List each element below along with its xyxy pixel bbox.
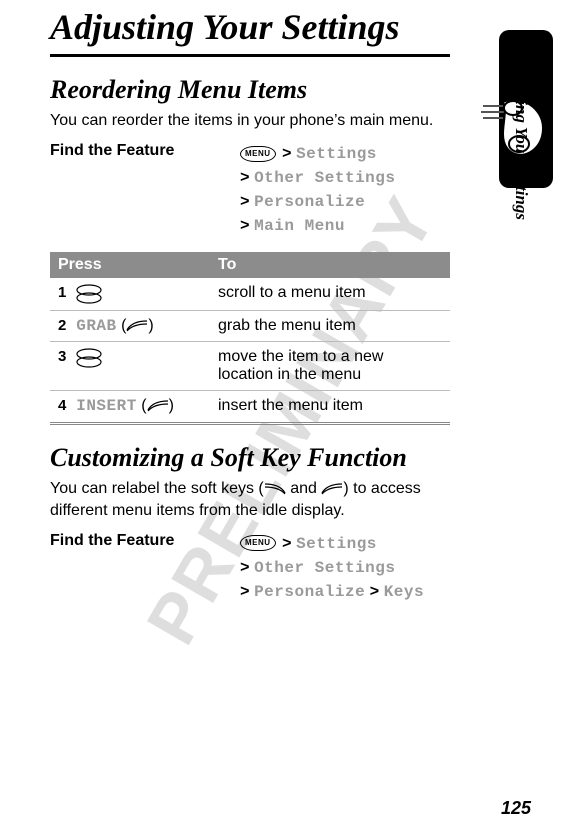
path-other-settings: Other Settings (254, 169, 395, 187)
scroll-icon (76, 284, 102, 304)
path-personalize: Personalize (254, 193, 365, 211)
section1-heading: Reordering Menu Items (50, 75, 531, 105)
menu-icon: MENU (240, 146, 276, 162)
softkey-right-icon (147, 397, 169, 415)
chapter-title: Adjusting Your Settings (50, 0, 531, 48)
grab-label: GRAB (76, 317, 116, 335)
gt: > (240, 559, 250, 577)
path-personalize: Personalize (254, 583, 365, 601)
body-pre: You can relabel the soft keys ( (50, 480, 264, 497)
softkey-right-icon (321, 478, 343, 500)
step-desc: grab the menu item (210, 311, 450, 342)
section2-heading: Customizing a Soft Key Function (50, 443, 531, 473)
rparen: ) (169, 398, 174, 415)
step-num: 4 (50, 391, 68, 423)
feature-label: Find the Feature (50, 532, 240, 604)
feature-label: Find the Feature (50, 142, 240, 238)
step-desc: insert the menu item (210, 391, 450, 423)
step-num: 3 (50, 342, 68, 391)
path-settings: Settings (296, 145, 377, 163)
feature-path: MENU > Settings > Other Settings > Perso… (240, 142, 395, 238)
path-main-menu: Main Menu (254, 217, 345, 235)
path-settings: Settings (296, 535, 377, 553)
table-row: 3 move the item to a new location in the… (50, 342, 450, 391)
step-desc: move the item to a new location in the m… (210, 342, 450, 391)
section2-feature: Find the Feature MENU > Settings > Other… (50, 532, 450, 604)
rparen: ) (148, 317, 153, 334)
table-row: 2 GRAB () grab the menu item (50, 311, 450, 342)
col-to: To (210, 252, 450, 278)
body-mid: and (286, 480, 322, 497)
scroll-icon (76, 348, 102, 368)
gt: > (240, 583, 250, 601)
step-num: 2 (50, 311, 68, 342)
step-num: 1 (50, 278, 68, 311)
col-press: Press (50, 252, 210, 278)
softkey-right-icon (126, 317, 148, 335)
side-section-label: Adjusting Your Settings (511, 55, 531, 220)
gt: > (370, 583, 380, 601)
page-number: 125 (501, 798, 531, 819)
title-rule (50, 54, 450, 57)
path-other-settings: Other Settings (254, 559, 395, 577)
table-row: 4 INSERT () insert the menu item (50, 391, 450, 423)
instruction-table: Press To 1 scroll to a menu item 2 (50, 252, 450, 424)
gt: > (240, 193, 250, 211)
gt: > (282, 535, 292, 553)
section1-body: You can reorder the items in your phone’… (50, 110, 450, 132)
feature-path: MENU > Settings > Other Settings > Perso… (240, 532, 424, 604)
table-row: 1 scroll to a menu item (50, 278, 450, 311)
gt: > (240, 169, 250, 187)
insert-label: INSERT (76, 398, 137, 416)
gt: > (282, 145, 292, 163)
softkey-left-icon (264, 478, 286, 500)
section1-feature: Find the Feature MENU > Settings > Other… (50, 142, 450, 238)
gt: > (240, 217, 250, 235)
section2-body: You can relabel the soft keys ( and ) to… (50, 478, 450, 521)
menu-icon: MENU (240, 535, 276, 551)
path-keys: Keys (384, 583, 424, 601)
step-desc: scroll to a menu item (210, 278, 450, 311)
